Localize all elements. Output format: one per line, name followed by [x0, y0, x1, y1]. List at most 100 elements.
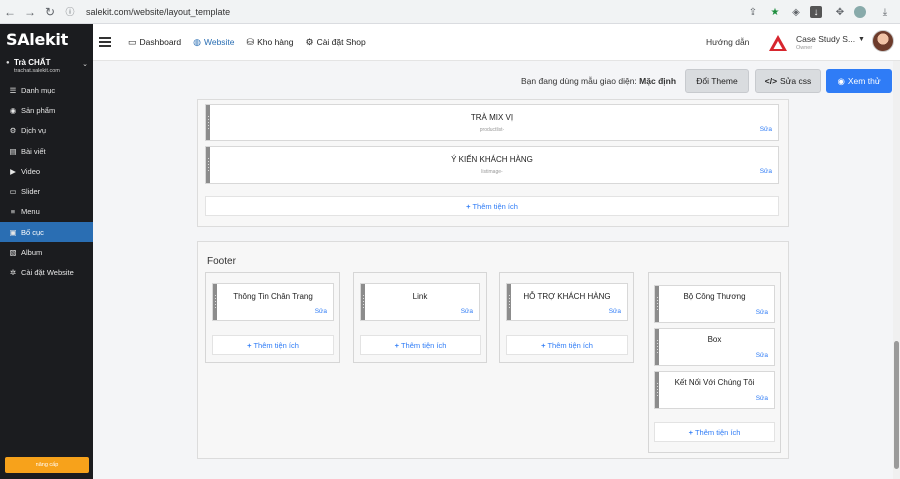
footer-section: Footer Thông Tin Chân Trang Sửa + Thêm ti… — [197, 241, 789, 459]
drag-handle[interactable] — [213, 284, 217, 320]
sidebar-item-san-pham[interactable]: ◉ Sản phẩm — [0, 100, 93, 120]
sidebar-item-dich-vu[interactable]: ⚙ Dịch vụ — [0, 121, 93, 141]
page-scrollbar[interactable] — [893, 61, 900, 479]
avatar[interactable] — [872, 30, 894, 52]
reload-icon[interactable]: ↻ — [40, 0, 60, 24]
main-content: Bạn đang dùng mẫu giao diện: Mặc định Đổ… — [93, 61, 893, 479]
sidebar-item-menu[interactable]: ≡ Menu — [0, 202, 93, 222]
body-section: TRÀ MIX VỊ productlist- Sửa Ý KIẾN KHÁCH… — [197, 99, 789, 227]
drag-handle[interactable] — [507, 284, 511, 320]
database-icon: ⛁ — [246, 36, 255, 47]
nav-website[interactable]: ◍ Website — [193, 37, 234, 48]
sidebar-item-cai-dat-website[interactable]: ✲ Cài đặt Website — [0, 263, 93, 283]
preview-label: Xem thử — [847, 76, 881, 86]
shop-domain: trachat.salekit.com — [14, 68, 60, 74]
help-link[interactable]: Hướng dẫn — [706, 37, 749, 47]
add-widget-button[interactable]: + Thêm tiện ích — [360, 335, 481, 355]
layout-icon: ▣ — [9, 227, 17, 237]
sidebar-item-label: Slider — [21, 187, 41, 197]
add-widget-button[interactable]: + Thêm tiện ích — [506, 335, 628, 355]
edit-link[interactable]: Sửa — [760, 126, 772, 133]
add-widget-button[interactable]: + Thêm tiện ích — [212, 335, 334, 355]
salekit-logo[interactable]: SAlekit — [6, 30, 68, 49]
sidebar-item-slider[interactable]: ▭ Slider — [0, 181, 93, 201]
sidebar-item-label: Menu — [21, 207, 40, 217]
profile-icon[interactable] — [854, 6, 866, 18]
change-theme-button[interactable]: Đổi Theme — [685, 69, 749, 93]
puzzle-icon[interactable]: ✥ — [832, 4, 848, 20]
edit-link[interactable]: Sửa — [609, 308, 621, 315]
widget-title: Ý KIẾN KHÁCH HÀNG — [451, 155, 533, 164]
address-bar[interactable]: salekit.com/website/layout_template — [86, 7, 230, 17]
nav-dashboard[interactable]: ▭ Dashboard — [128, 37, 181, 48]
shop-switcher[interactable]: ● Trà CHẤT trachat.salekit.com ⌄ — [6, 58, 90, 74]
edit-link[interactable]: Sửa — [760, 168, 772, 175]
download-box-icon[interactable]: ↓ — [810, 6, 822, 18]
edit-link[interactable]: Sửa — [756, 309, 768, 316]
settings-icon: ✲ — [9, 268, 17, 278]
drag-handle[interactable] — [361, 284, 365, 320]
footer-column-4: Bộ Công Thương Sửa Box Sửa Kết Nối Với C… — [648, 272, 781, 453]
nav-label: Kho hàng — [257, 37, 294, 47]
preview-button[interactable]: ◉ Xem thử — [826, 69, 892, 93]
edit-link[interactable]: Sửa — [461, 308, 473, 315]
add-widget-button[interactable]: + Thêm tiện ích — [654, 422, 775, 442]
star-icon[interactable]: ★ — [767, 4, 783, 20]
widget-tra-mix-vi[interactable]: TRÀ MIX VỊ productlist- Sửa — [205, 104, 779, 141]
sidebar-item-bai-viet[interactable]: ▤ Bài viết — [0, 141, 93, 161]
sidebar-item-album[interactable]: ▧ Album — [0, 242, 93, 262]
back-icon[interactable]: ← — [0, 0, 20, 24]
drag-handle[interactable] — [206, 105, 210, 140]
widget-thong-tin-chan-trang[interactable]: Thông Tin Chân Trang Sửa — [212, 283, 334, 321]
edit-link[interactable]: Sửa — [756, 395, 768, 402]
sidebar-item-label: Cài đặt Website — [21, 268, 74, 278]
widget-ket-noi-voi-chung-toi[interactable]: Kết Nối Với Chúng Tôi Sửa — [654, 371, 775, 409]
account-menu[interactable]: Case Study S... Owner ▼ — [768, 31, 868, 55]
upgrade-button[interactable]: nâng cấp — [5, 457, 89, 473]
theme-current: Mặc định — [639, 76, 677, 86]
download-icon[interactable]: ⤓ — [877, 4, 893, 20]
info-icon[interactable]: ⓘ — [60, 0, 80, 24]
plus-icon: + — [466, 201, 471, 211]
drag-handle[interactable] — [206, 147, 210, 183]
widget-bo-cong-thuong[interactable]: Bộ Công Thương Sửa — [654, 285, 775, 323]
shop-name: Trà CHẤT — [14, 58, 51, 67]
nav-kho-hang[interactable]: ⛁ Kho hàng — [247, 37, 294, 48]
hamburger-icon[interactable] — [99, 35, 111, 49]
add-label: Thêm tiện ích — [472, 201, 518, 211]
widget-y-kien-khach-hang[interactable]: Ý KIẾN KHÁCH HÀNG listimage- Sửa — [205, 146, 779, 184]
sidebar-item-danh-muc[interactable]: ☰ Danh mục — [0, 80, 93, 100]
nav-cai-dat-shop[interactable]: ⚙ Cài đặt Shop — [305, 37, 365, 48]
widget-ho-tro-khach-hang[interactable]: HỖ TRỢ KHÁCH HÀNG Sửa — [506, 283, 628, 321]
footer-column-2: Link Sửa + Thêm tiện ích — [353, 272, 487, 363]
gear-icon: ⚙ — [9, 126, 17, 136]
caret-down-icon: ▼ — [858, 36, 865, 43]
code-icon: </> — [764, 76, 778, 86]
share-icon[interactable]: ⇪ — [745, 4, 761, 20]
shield-icon[interactable]: ◈ — [788, 4, 804, 20]
sidebar-item-bo-cuc[interactable]: ▣ Bố cục — [0, 222, 93, 243]
sidebar-menu: ☰ Danh mục ◉ Sản phẩm ⚙ Dịch vụ ▤ Bài viết ▶… — [0, 80, 93, 283]
sidebar-item-label: Video — [21, 166, 41, 176]
edit-link[interactable]: Sửa — [756, 352, 768, 359]
widget-title: TRÀ MIX VỊ — [470, 113, 514, 122]
add-widget-button[interactable]: + Thêm tiện ích — [205, 196, 779, 216]
widget-title: HỖ TRỢ KHÁCH HÀNG — [523, 292, 611, 301]
forward-icon[interactable]: → — [20, 0, 40, 24]
account-logo-icon — [769, 35, 787, 51]
edit-css-button[interactable]: </> Sửa css — [755, 69, 821, 93]
edit-link[interactable]: Sửa — [315, 308, 327, 315]
scrollbar-thumb[interactable] — [894, 341, 899, 469]
browser-toolbar: ← → ↻ ⓘ salekit.com/website/layout_templ… — [0, 0, 900, 24]
nav-label: Dashboard — [139, 37, 182, 47]
widget-link[interactable]: Link Sửa — [360, 283, 480, 321]
monitor-icon: ▭ — [128, 36, 137, 47]
sidebar-item-label: Bố cục — [21, 227, 44, 237]
image-icon: ▧ — [9, 248, 17, 258]
widget-box[interactable]: Box Sửa — [654, 328, 775, 366]
box-icon: ◉ — [9, 105, 17, 115]
theme-label: Bạn đang dùng mẫu giao diện: — [521, 76, 637, 86]
sidebar-item-video[interactable]: ▶ Video — [0, 161, 93, 181]
account-name: Case Study S... — [796, 34, 856, 44]
add-label: Thêm tiện ích — [253, 340, 299, 350]
